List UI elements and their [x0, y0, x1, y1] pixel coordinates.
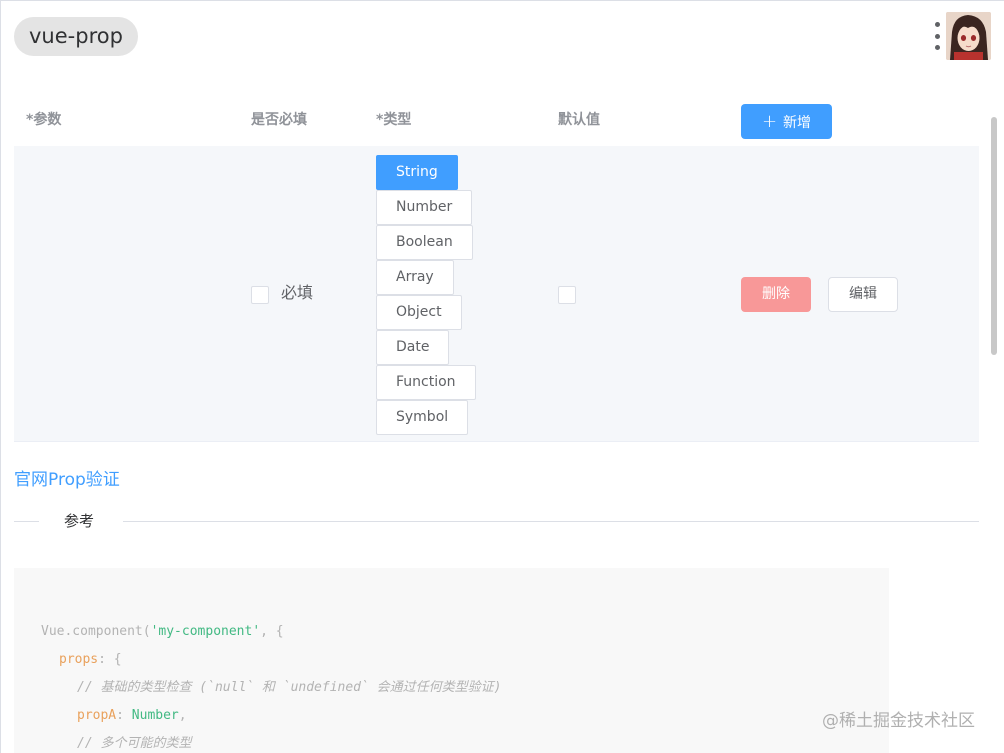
column-header-required: 是否必填	[251, 112, 307, 128]
type-option-number[interactable]: Number	[376, 190, 473, 225]
delete-button[interactable]: 删除	[741, 277, 811, 312]
edit-button[interactable]: 编辑	[828, 277, 898, 312]
type-option-object[interactable]: Object	[376, 295, 462, 330]
type-option-boolean[interactable]: Boolean	[376, 225, 473, 260]
divider-line-right	[123, 521, 979, 522]
code-block: Vue.component('my-component', { props: {…	[14, 568, 889, 753]
required-checkbox[interactable]	[251, 286, 269, 304]
add-button[interactable]: + 新增	[741, 104, 832, 139]
column-header-type: *类型	[376, 112, 412, 128]
official-prop-validation-link[interactable]: 官网Prop验证	[14, 469, 120, 491]
plus-icon: +	[761, 110, 778, 132]
column-header-default: 默认值	[558, 112, 600, 128]
type-option-array[interactable]: Array	[376, 260, 454, 295]
page-title: vue-prop	[14, 17, 138, 56]
vertical-scrollbar[interactable]	[991, 117, 997, 355]
divider-label: 参考	[64, 512, 95, 530]
code-comment: // 多个可能的类型	[77, 736, 192, 751]
type-option-symbol[interactable]: Symbol	[376, 400, 469, 435]
default-value-checkbox[interactable]	[558, 286, 576, 304]
code-line: propA: Number,	[77, 708, 187, 723]
avatar[interactable]	[946, 12, 991, 60]
code-line: props: {	[59, 652, 122, 667]
add-button-label: 新增	[783, 114, 812, 131]
divider-line-left	[14, 521, 39, 522]
code-comment: // 基础的类型检查 (`null` 和 `undefined` 会通过任何类型…	[77, 680, 502, 695]
required-checkbox-label: 必填	[281, 283, 314, 302]
more-menu-icon[interactable]	[931, 22, 943, 50]
type-option-date[interactable]: Date	[376, 330, 450, 365]
type-option-string[interactable]: String	[376, 155, 458, 190]
watermark: @稀土掘金技术社区	[822, 711, 975, 731]
column-header-param: *参数	[26, 112, 62, 128]
code-line: Vue.component('my-component', {	[41, 624, 284, 639]
type-option-function[interactable]: Function	[376, 365, 476, 400]
